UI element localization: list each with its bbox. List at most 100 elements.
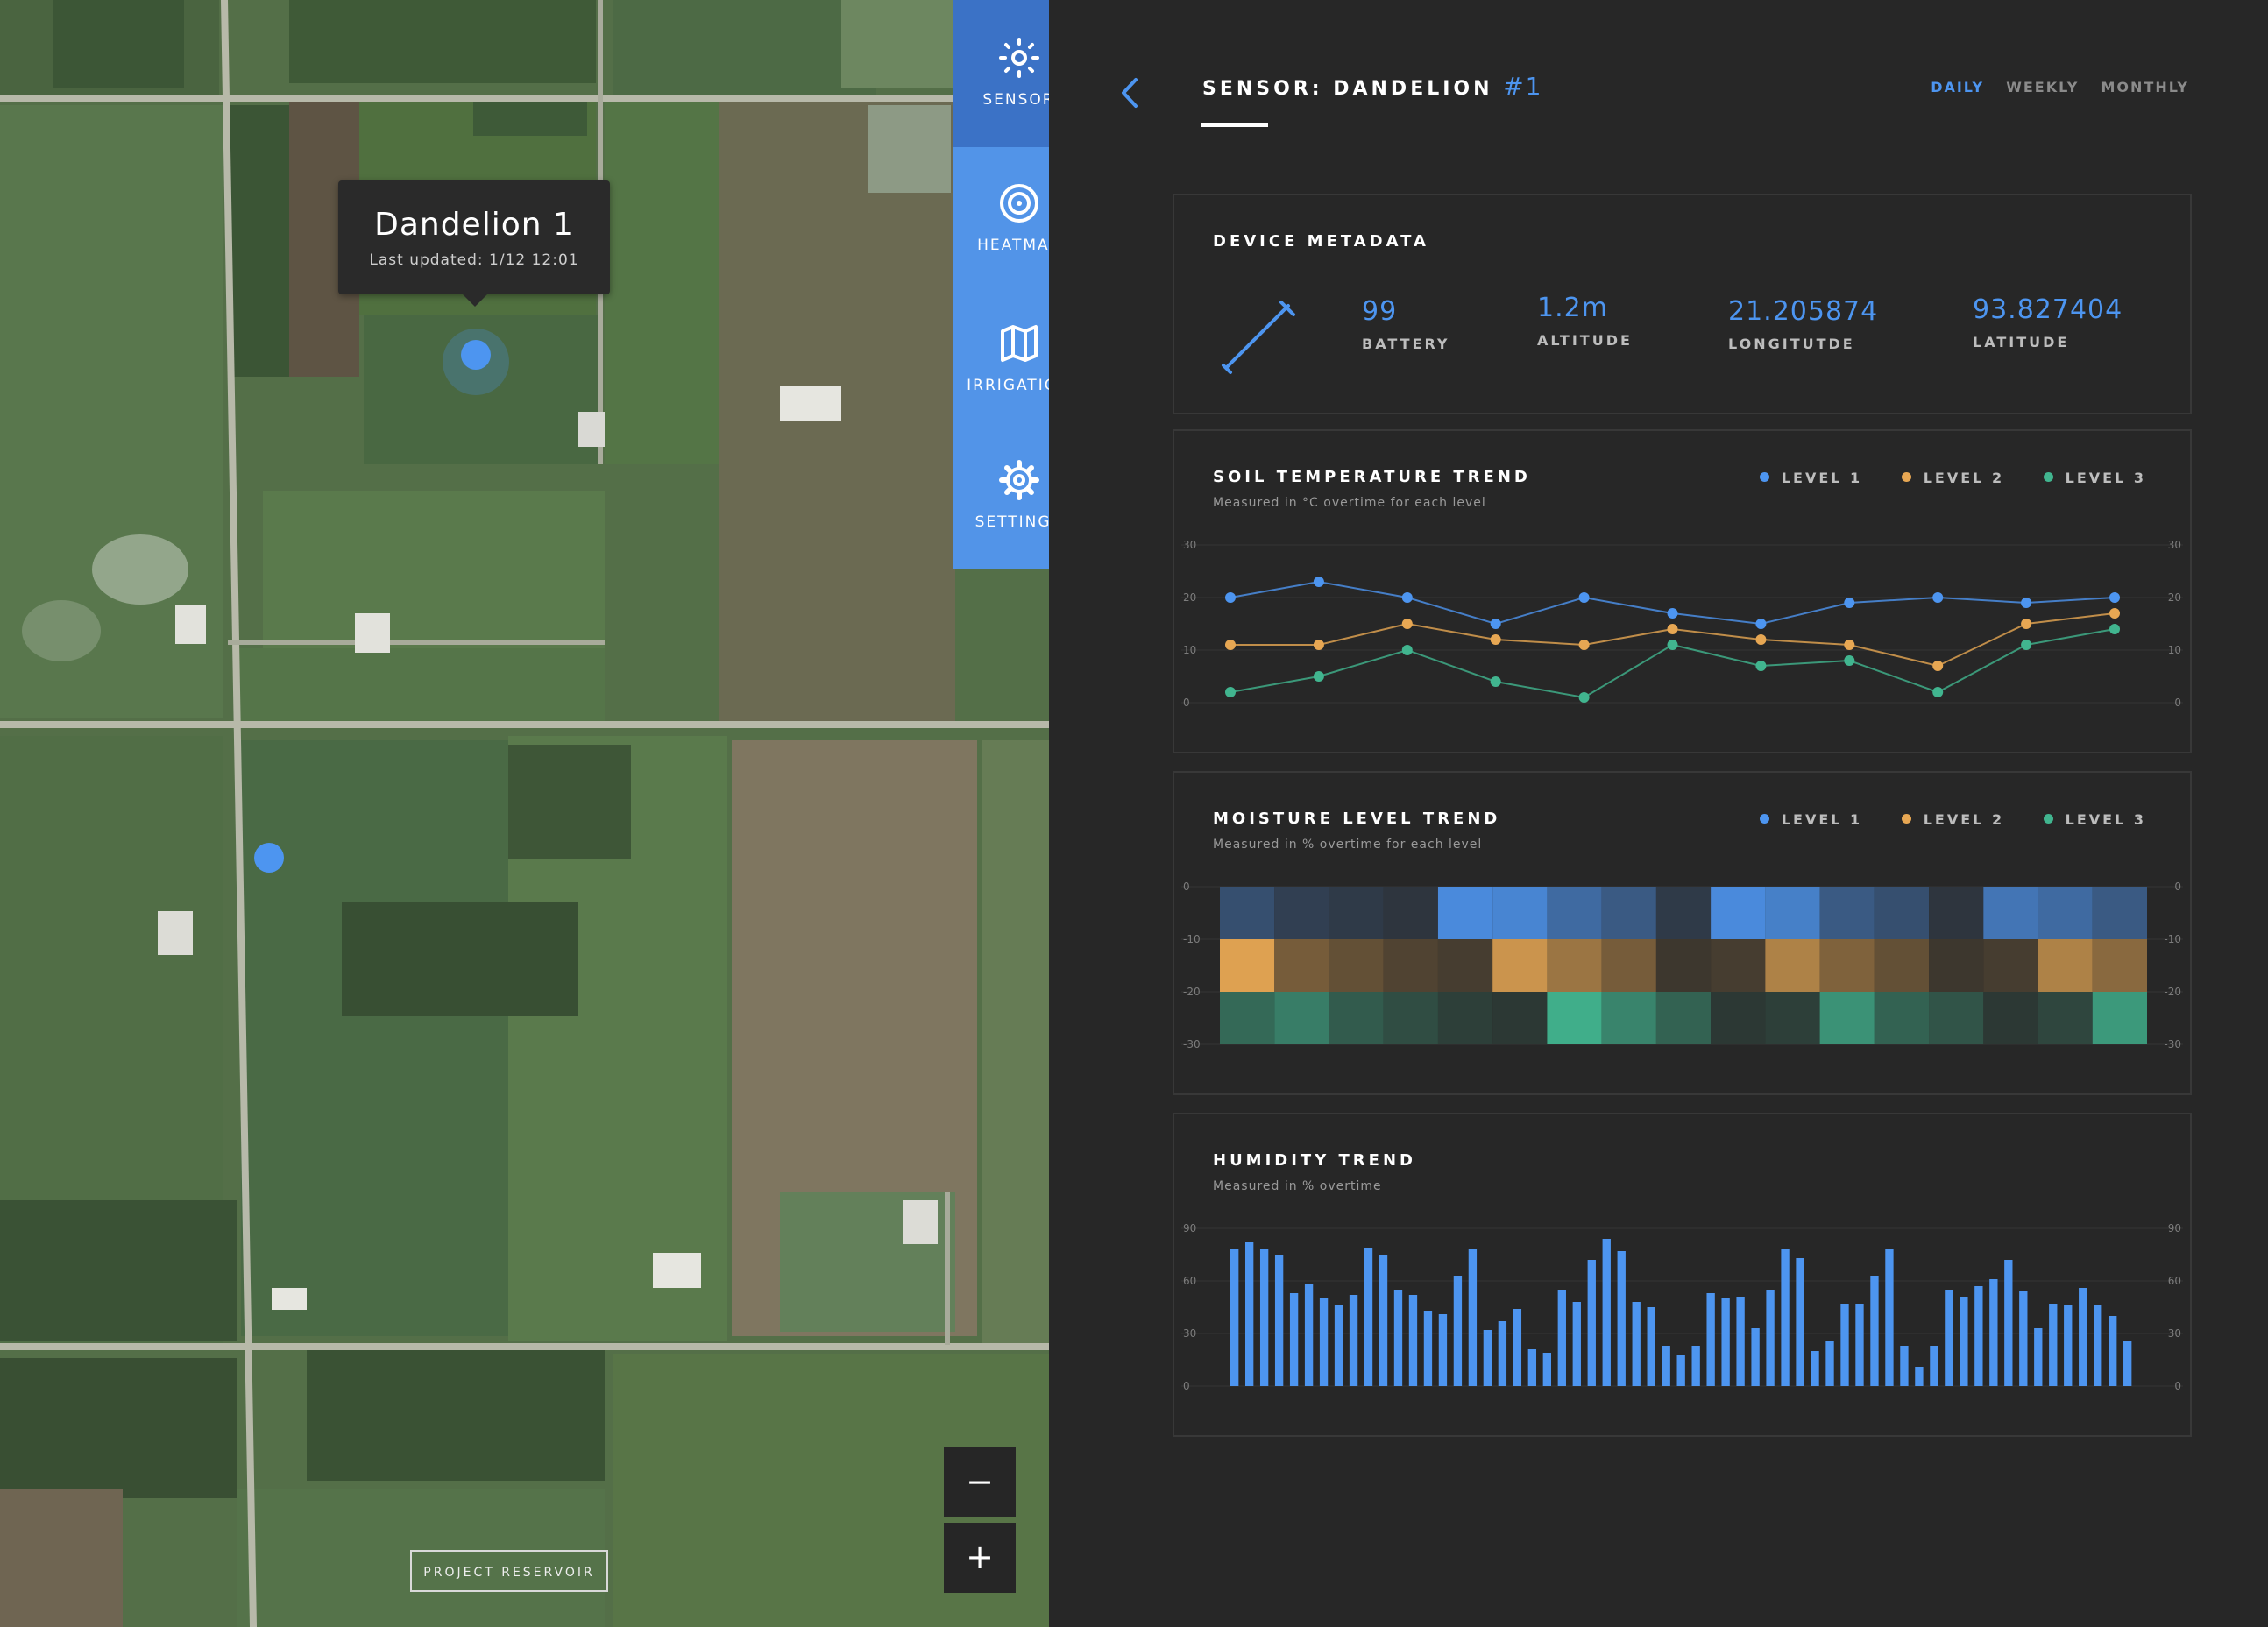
bar — [1617, 1251, 1626, 1386]
data-point — [1225, 640, 1236, 650]
bar — [1885, 1249, 1894, 1386]
heatmap-cell — [1383, 992, 1438, 1044]
bar — [1974, 1286, 1983, 1386]
data-point — [1490, 619, 1501, 629]
bar — [1766, 1290, 1775, 1386]
legend-label: LEVEL 1 — [1781, 470, 1863, 486]
legend-dot — [1759, 814, 1769, 824]
sensor-number: #1 — [1503, 72, 1543, 101]
data-point — [2021, 598, 2032, 608]
heatmap-cell — [1383, 887, 1438, 939]
sensor-pin[interactable] — [254, 843, 284, 873]
bar — [1825, 1341, 1834, 1386]
bar — [2094, 1305, 2102, 1386]
bar — [2004, 1260, 2013, 1386]
data-point — [2109, 624, 2120, 634]
bar — [2109, 1316, 2117, 1386]
bar — [1751, 1328, 1760, 1386]
bar — [1349, 1295, 1358, 1386]
heatmap-cell — [1547, 992, 1602, 1044]
bar — [1915, 1367, 1924, 1386]
heatmap-cell — [2038, 887, 2093, 939]
data-point — [1490, 676, 1501, 687]
card-subtitle: Measured in % overtime — [1213, 1179, 1382, 1193]
heatmap-cell — [1929, 939, 1984, 992]
legend-dot — [2043, 472, 2053, 482]
project-reservoir-button[interactable]: PROJECT RESERVOIR — [410, 1550, 608, 1592]
heatmap-cell — [1655, 887, 1712, 939]
data-point — [1844, 655, 1855, 666]
data-point — [1401, 592, 1413, 603]
zoom-out-button[interactable]: − — [944, 1447, 1016, 1517]
heatmap-cell — [1874, 992, 1930, 1044]
bar — [1364, 1248, 1373, 1386]
moisture-level-card: MOISTURE LEVEL TREND Measured in % overt… — [1173, 771, 2192, 1095]
data-point — [1932, 687, 1944, 697]
legend-item-level-3: LEVEL 3 — [2043, 470, 2146, 486]
data-point — [1578, 592, 1590, 603]
bar — [2079, 1288, 2087, 1386]
battery-stat: 99 BATTERY — [1362, 296, 1450, 352]
chevron-left-icon[interactable] — [1119, 77, 1140, 109]
heatmap-cell — [1983, 992, 2038, 1044]
altitude-value: 1.2m — [1537, 293, 1608, 323]
data-point — [1932, 592, 1944, 603]
y-tick-label: -10 — [2164, 933, 2181, 945]
legend-label: LEVEL 2 — [1923, 470, 2005, 486]
y-tick-label: 20 — [2168, 591, 2181, 604]
y-tick-label: -30 — [1183, 1038, 1201, 1050]
sensor-probe-icon — [1222, 301, 1295, 374]
y-tick-label: 0 — [2174, 881, 2181, 893]
bar — [1587, 1260, 1596, 1386]
heatmap-cell — [1819, 992, 1875, 1044]
heatmap-cell — [1274, 939, 1329, 992]
bar — [1393, 1290, 1403, 1386]
legend-item-level-1: LEVEL 1 — [1759, 470, 1863, 486]
data-point — [1401, 619, 1413, 629]
heatmap-cell — [1711, 939, 1766, 992]
heatmap-cell — [1547, 887, 1602, 939]
heatmap-cell — [1220, 939, 1275, 992]
bar — [1706, 1293, 1715, 1386]
sensor-panel: SENSOR: DANDELION #1 DAILY WEEKLY MONTHL… — [1049, 0, 2268, 1627]
page-title-text: SENSOR: DANDELION — [1202, 78, 1493, 100]
sun-icon — [998, 38, 1039, 78]
y-tick-label: 10 — [1183, 644, 1196, 656]
bar — [1319, 1298, 1329, 1386]
y-tick-label: 0 — [1183, 1380, 1190, 1392]
heatmap-cell — [1983, 887, 2038, 939]
bar — [1989, 1279, 1998, 1386]
tab-monthly[interactable]: MONTHLY — [2101, 79, 2189, 95]
bar — [1691, 1346, 1700, 1386]
bar — [2049, 1304, 2058, 1386]
heatmap-cell — [2092, 887, 2147, 939]
chart-legend: LEVEL 1 LEVEL 2 LEVEL 3 — [1728, 470, 2146, 486]
heatmap-cell — [1220, 887, 1275, 939]
bar — [1602, 1239, 1611, 1386]
y-tick-label: 30 — [2168, 539, 2181, 551]
heatmap-cell — [1274, 887, 1329, 939]
legend-dot — [1901, 814, 1911, 824]
data-point — [1667, 608, 1678, 619]
sensor-pin-dandelion-1[interactable] — [461, 340, 491, 370]
tab-daily[interactable]: DAILY — [1931, 79, 1984, 95]
heatmap-cell — [1492, 887, 1548, 939]
satellite-map[interactable]: Dandelion 1 Last updated: 1/12 12:01 − +… — [0, 0, 1049, 1627]
zoom-in-button[interactable]: + — [944, 1523, 1016, 1593]
bar — [1304, 1284, 1314, 1386]
data-point — [1844, 598, 1855, 608]
period-tabs: DAILY WEEKLY MONTHLY — [1913, 79, 2189, 95]
data-point — [1667, 640, 1678, 650]
bar — [1334, 1305, 1343, 1386]
humidity-card: HUMIDITY TREND Measured in % overtime 90… — [1173, 1113, 2192, 1437]
data-point — [1667, 624, 1678, 634]
heatmap-cell — [1601, 992, 1656, 1044]
heatmap-cell — [1383, 939, 1438, 992]
data-point — [1578, 692, 1590, 703]
card-subtitle: Measured in % overtime for each level — [1213, 838, 1483, 852]
bar — [1900, 1346, 1909, 1386]
heatmap-cell — [1765, 887, 1820, 939]
bar — [1662, 1346, 1670, 1386]
tooltip-title: Dandelion 1 — [374, 207, 574, 243]
tab-weekly[interactable]: WEEKLY — [2006, 79, 2079, 95]
